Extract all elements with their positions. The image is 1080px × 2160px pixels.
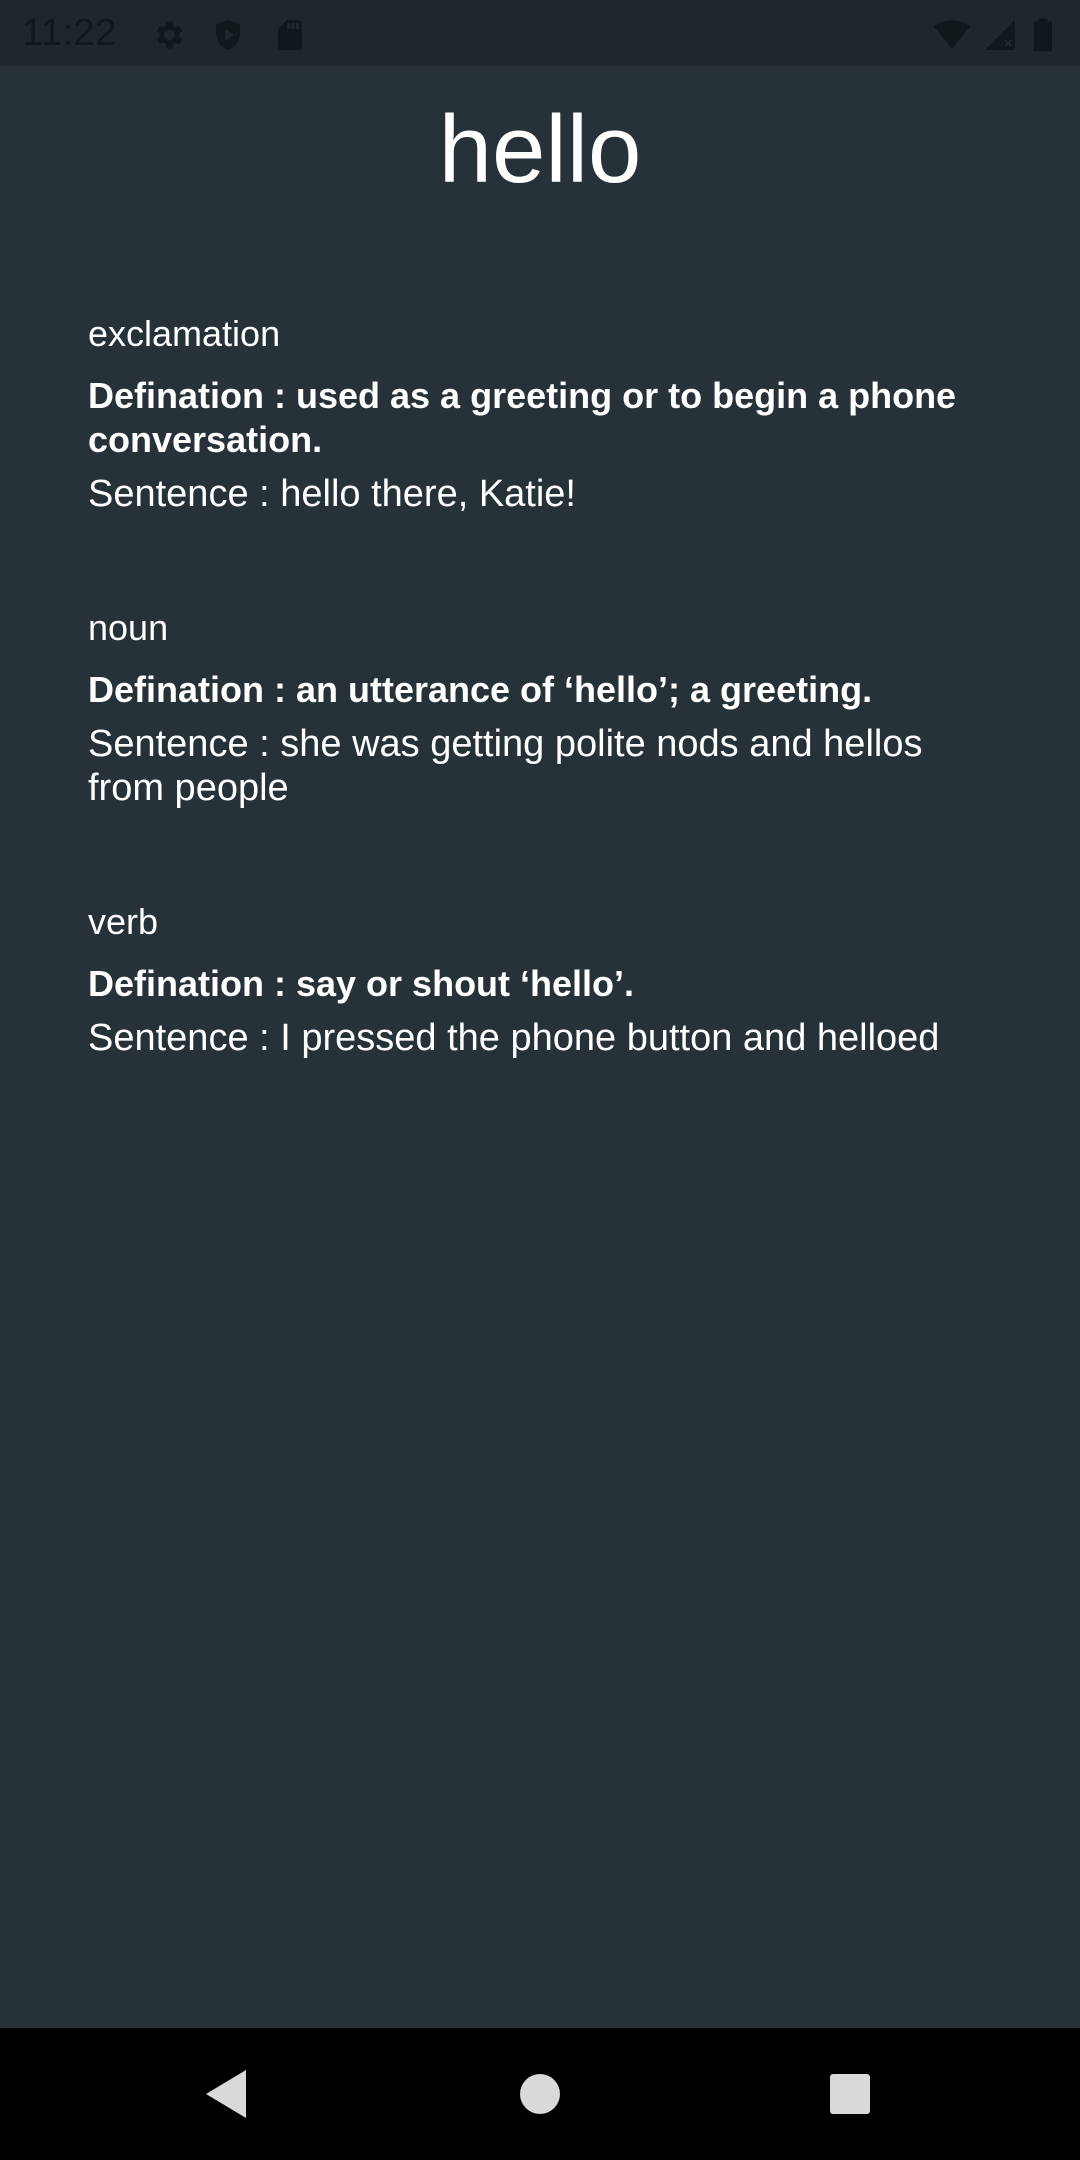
definition-entry: verb Defination : say or shout ‘hello’. … <box>88 900 1008 1060</box>
home-icon <box>520 2074 560 2114</box>
back-button[interactable] <box>196 2064 256 2124</box>
sd-card-icon <box>272 17 308 53</box>
definition-text: Defination : used as a greeting or to be… <box>88 375 957 460</box>
recents-icon <box>830 2074 870 2114</box>
definition-entry: noun Defination : an utterance of ‘hello… <box>88 606 1008 810</box>
navigation-bar <box>0 2028 1080 2160</box>
definition-text: Defination : say or shout ‘hello’. <box>88 963 635 1004</box>
part-of-speech: noun <box>88 607 169 648</box>
example-sentence: Sentence : hello there, Katie! <box>88 473 576 515</box>
home-button[interactable] <box>510 2064 570 2124</box>
example-sentence: Sentence : I pressed the phone button an… <box>88 1017 940 1059</box>
status-bar: 11:22 <box>0 0 1080 66</box>
definition-text: Defination : an utterance of ‘hello’; a … <box>88 669 873 710</box>
status-time: 11:22 <box>22 12 117 54</box>
cell-signal-icon <box>982 17 1018 53</box>
example-sentence: Sentence : she was getting polite nods a… <box>88 723 923 809</box>
definition-list: exclamation Defination : used as a greet… <box>88 312 1008 1150</box>
part-of-speech: verb <box>88 901 159 942</box>
word-title: hello <box>438 96 642 203</box>
wifi-icon <box>934 17 970 53</box>
shield-play-icon <box>210 17 246 53</box>
part-of-speech: exclamation <box>88 313 281 354</box>
definition-entry: exclamation Defination : used as a greet… <box>88 312 1008 516</box>
battery-icon <box>1030 17 1056 53</box>
recents-button[interactable] <box>820 2064 880 2124</box>
gear-icon <box>150 17 186 53</box>
back-icon <box>206 2070 246 2118</box>
main-content: hello exclamation Defination : used as a… <box>0 66 1080 2028</box>
